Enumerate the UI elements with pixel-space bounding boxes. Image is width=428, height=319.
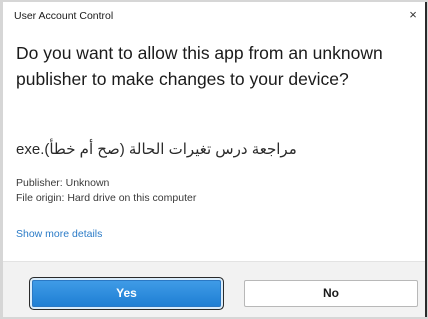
close-icon[interactable]: × bbox=[405, 7, 421, 23]
uac-dialog: User Account Control × Do you want to al… bbox=[3, 2, 427, 317]
button-footer: Yes No bbox=[3, 261, 425, 317]
dialog-title: User Account Control bbox=[14, 10, 114, 22]
no-button[interactable]: No bbox=[244, 280, 418, 307]
filename-text: مراجعة درس تغيرات الحالة (صح أم خطأ).exe bbox=[16, 141, 297, 158]
yes-button[interactable]: Yes bbox=[32, 280, 221, 307]
prompt-question: Do you want to allow this app from an un… bbox=[16, 43, 383, 89]
title-bar: User Account Control × bbox=[10, 7, 417, 26]
file-origin-text: File origin: Hard drive on this computer bbox=[16, 192, 197, 204]
publisher-text: Publisher: Unknown bbox=[16, 177, 110, 189]
show-more-details-link[interactable]: Show more details bbox=[16, 228, 102, 240]
app-metadata: Publisher: Unknown File origin: Hard dri… bbox=[16, 176, 196, 206]
app-filename: مراجعة درس تغيرات الحالة (صح أم خطأ).exe bbox=[16, 140, 416, 160]
